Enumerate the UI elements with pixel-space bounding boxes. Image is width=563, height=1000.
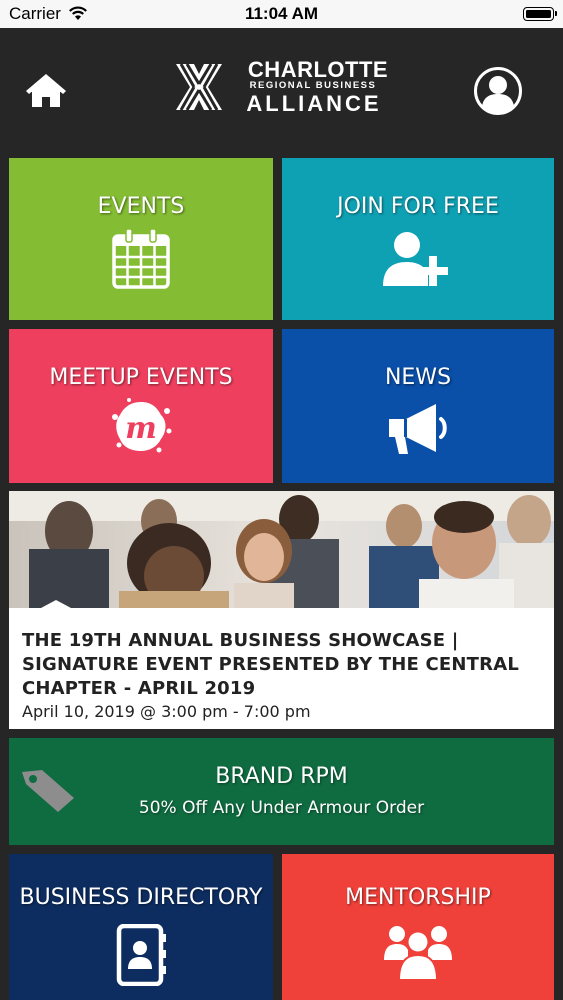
clock: 11:04 AM bbox=[244, 4, 319, 23]
meetup-tile-label: MEETUP EVENTS bbox=[49, 365, 233, 390]
group-icon bbox=[384, 926, 452, 981]
promo-title: BRAND RPM bbox=[215, 764, 348, 789]
event-date: April 10, 2019 @ 3:00 pm - 7:00 pm bbox=[22, 702, 311, 721]
logo-line-charlotte: CHARLOTTE bbox=[247, 57, 389, 82]
logo-line-alliance: ALLIANCE bbox=[246, 91, 382, 116]
logo-mark-icon bbox=[176, 63, 222, 111]
business-directory-label: BUSINESS DIRECTORY bbox=[19, 885, 263, 910]
charlotte-alliance-logo: CHARLOTTE REGIONAL BUSINESS ALLIANCE bbox=[172, 58, 396, 118]
profile-button[interactable] bbox=[473, 66, 523, 116]
home-icon bbox=[26, 74, 66, 107]
join-for-free-tile[interactable]: JOIN FOR FREE bbox=[282, 158, 554, 320]
mentorship-tile[interactable]: MENTORSHIP bbox=[282, 854, 554, 1000]
events-tile-label: EVENTS bbox=[97, 194, 185, 219]
app-header: CHARLOTTE REGIONAL BUSINESS ALLIANCE bbox=[0, 28, 563, 150]
megaphone-icon bbox=[389, 404, 447, 454]
events-tile[interactable]: EVENTS bbox=[9, 158, 273, 320]
business-directory-tile[interactable]: BUSINESS DIRECTORY bbox=[9, 854, 273, 1000]
join-tile-label: JOIN FOR FREE bbox=[337, 194, 499, 219]
address-book-icon bbox=[116, 924, 166, 986]
mentorship-label: MENTORSHIP bbox=[345, 885, 491, 910]
meetup-events-tile[interactable]: MEETUP EVENTS m bbox=[9, 329, 273, 483]
event-photo bbox=[9, 491, 554, 608]
svg-text:m: m bbox=[125, 411, 157, 446]
user-circle-icon bbox=[474, 67, 522, 115]
battery-icon bbox=[523, 7, 557, 21]
meetup-icon: m bbox=[112, 398, 172, 453]
event-title: THE 19TH ANNUAL BUSINESS SHOWCASE | SIGN… bbox=[22, 630, 519, 699]
calendar-icon bbox=[112, 228, 170, 289]
promo-subtitle: 50% Off Any Under Armour Order bbox=[138, 798, 425, 818]
card-pointer bbox=[41, 600, 71, 614]
news-tile-label: NEWS bbox=[384, 365, 452, 390]
home-button[interactable] bbox=[26, 74, 66, 110]
news-tile[interactable]: NEWS bbox=[282, 329, 554, 483]
featured-event-card[interactable]: THE 19TH ANNUAL BUSINESS SHOWCASE | SIGN… bbox=[9, 491, 554, 729]
user-plus-icon bbox=[383, 232, 448, 286]
status-bar: Carrier 11:04 AM bbox=[0, 0, 563, 28]
promo-banner[interactable]: BRAND RPM 50% Off Any Under Armour Order bbox=[9, 738, 554, 845]
